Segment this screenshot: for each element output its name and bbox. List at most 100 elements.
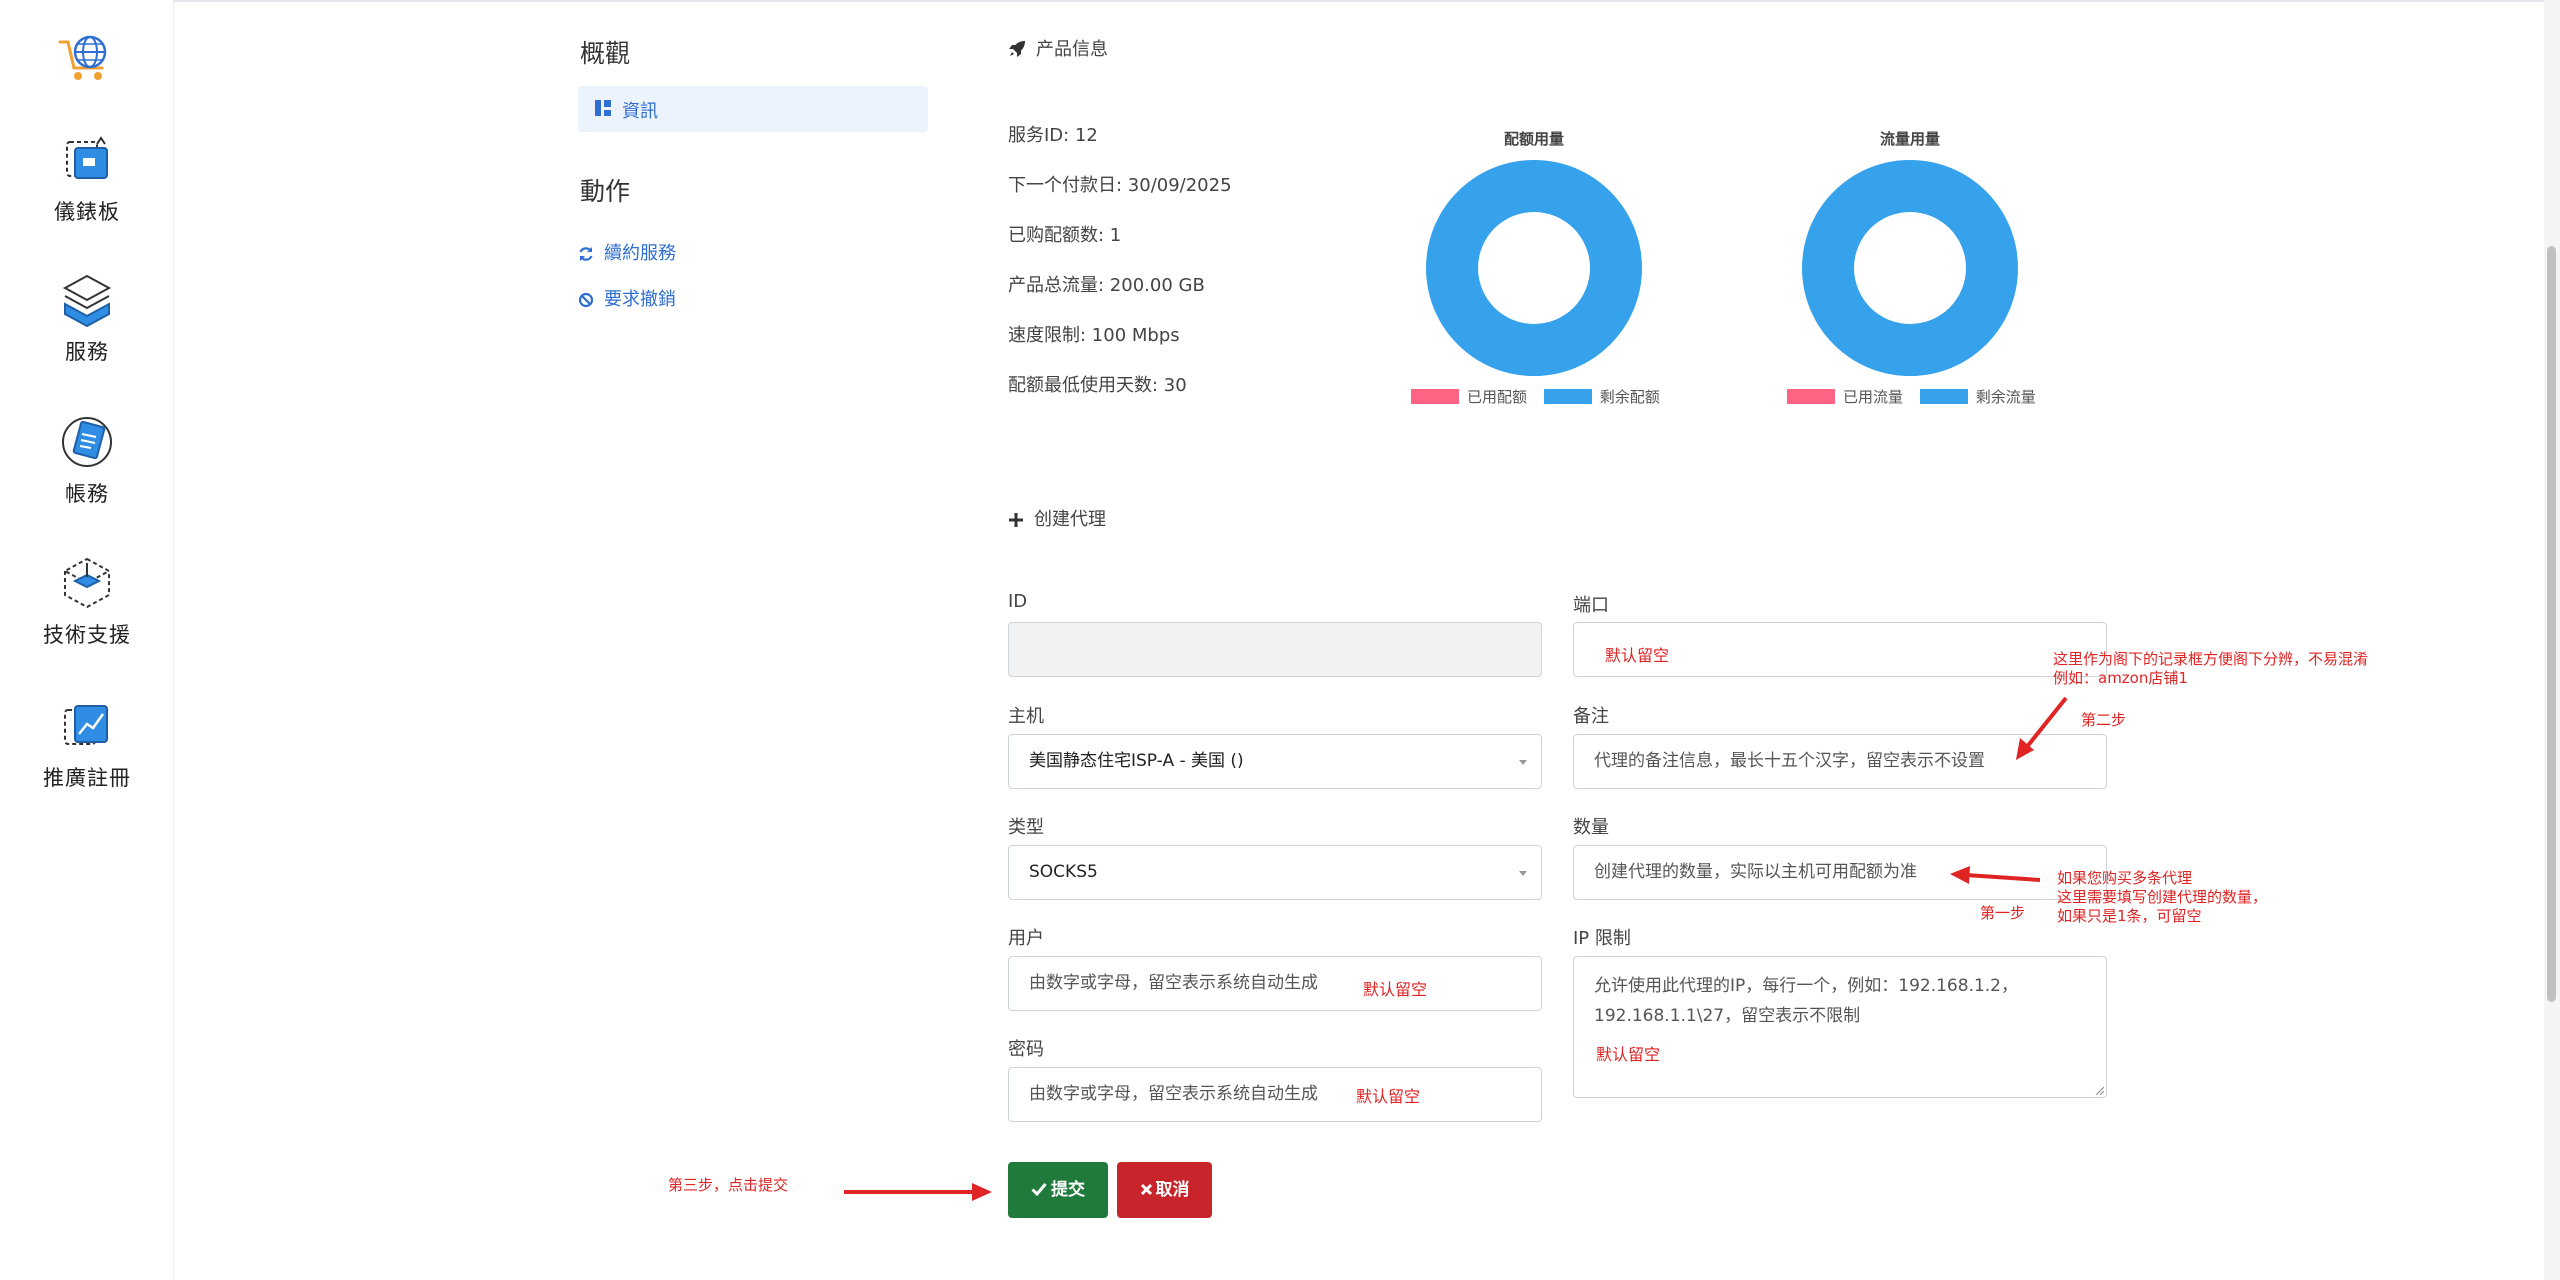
sidebar-item-affiliate[interactable]: 推廣註冊 bbox=[0, 696, 174, 792]
menu-item-label: 資訊 bbox=[622, 101, 658, 122]
next-due-date: 下一个付款日: 30/09/2025 bbox=[1008, 175, 1232, 196]
remark-placeholder: 代理的备注信息，最长十五个汉字，留空表示不设置 bbox=[1594, 751, 1985, 771]
remark-label: 备注 bbox=[1573, 706, 1609, 727]
remark-annotation: 这里作为阁下的记录框方便阁下分辨，不易混淆 例如：amzon店铺1 bbox=[2053, 650, 2368, 688]
sidebar-item-dashboard[interactable]: 儀錶板 bbox=[0, 130, 174, 226]
legend-label: 已用流量 bbox=[1843, 388, 1904, 406]
host-select-value: 美国静态住宅ISP-A - 美国 () bbox=[1029, 751, 1244, 771]
id-field bbox=[1008, 622, 1542, 677]
type-select[interactable]: SOCKS5 bbox=[1008, 845, 1542, 900]
donut-slice-1 bbox=[1426, 159, 1642, 377]
quota-chart-title: 配额用量 bbox=[1503, 130, 1564, 148]
password-default-note: 默认留空 bbox=[1356, 1087, 1421, 1106]
product-info-title: 产品信息 bbox=[1008, 35, 1108, 61]
plus-icon bbox=[1009, 513, 1023, 527]
cancel-link-label: 要求撤銷 bbox=[604, 289, 676, 310]
request-cancel-link[interactable]: 要求撤銷 bbox=[578, 285, 676, 311]
renew-link-label: 續約服務 bbox=[604, 243, 676, 264]
sidebar-item-label: 儀錶板 bbox=[54, 200, 120, 224]
affiliate-icon bbox=[64, 705, 108, 745]
ip-limit-textarea[interactable]: 允许使用此代理的IP，每行一个，例如：192.168.1.2， 192.168.… bbox=[1573, 956, 2107, 1098]
step3-note: 第三步，点击提交 bbox=[668, 1176, 789, 1194]
resize-grip-icon[interactable] bbox=[2094, 1085, 2104, 1095]
host-label: 主机 bbox=[1008, 706, 1044, 727]
chevron-down-icon bbox=[1519, 871, 1527, 876]
sidebar-item-billing[interactable]: 帳務 bbox=[0, 412, 174, 508]
traffic-chart-title: 流量用量 bbox=[1879, 130, 1940, 148]
refresh-icon bbox=[579, 247, 593, 261]
menu-item-info[interactable]: 資訊 bbox=[578, 86, 928, 132]
cancel-button[interactable]: 取消 bbox=[1117, 1162, 1212, 1218]
ip-limit-label: IP 限制 bbox=[1573, 928, 1631, 949]
quantity-label: 数量 bbox=[1573, 817, 1609, 838]
ip-limit-placeholder-line-2: 192.168.1.1\27，留空表示不限制 bbox=[1594, 1006, 1861, 1026]
sidebar: 儀錶板 服務 帳務 技術支援 推廣註冊 bbox=[0, 0, 174, 1280]
port-default-note: 默认留空 bbox=[1605, 646, 1670, 665]
sidebar-item-label: 帳務 bbox=[65, 482, 109, 506]
ip-limit-placeholder-line-1: 允许使用此代理的IP，每行一个，例如：192.168.1.2， bbox=[1594, 976, 2019, 996]
quantity-annotation-line-1: 如果您购买多条代理 bbox=[2057, 869, 2193, 887]
legend-label: 剩余配额 bbox=[1599, 388, 1660, 406]
purchased-quota: 已购配额数: 1 bbox=[1008, 225, 1122, 246]
legend-swatch bbox=[1411, 389, 1459, 404]
legend-label: 已用配额 bbox=[1467, 388, 1528, 406]
billing-icon bbox=[62, 417, 112, 467]
chevron-down-icon bbox=[1519, 760, 1527, 765]
user-label: 用户 bbox=[1008, 928, 1044, 949]
quantity-annotation: 如果您购买多条代理 这里需要填写创建代理的数量， 如果只是1条，可留空 bbox=[2057, 869, 2267, 926]
product-info-title-text: 产品信息 bbox=[1036, 39, 1108, 60]
donut-slice-1 bbox=[1802, 159, 2018, 377]
renew-service-link[interactable]: 續約服務 bbox=[578, 239, 676, 265]
ip-default-note: 默认留空 bbox=[1596, 1045, 1661, 1064]
user-input[interactable]: 由数字或字母，留空表示系统自动生成 bbox=[1008, 956, 1542, 1011]
remark-annotation-line-2: 例如：amzon店铺1 bbox=[2053, 669, 2188, 687]
host-select[interactable]: 美国静态住宅ISP-A - 美国 () bbox=[1008, 734, 1542, 789]
sidebar-item-services[interactable]: 服務 bbox=[0, 270, 174, 366]
total-traffic: 产品总流量: 200.00 GB bbox=[1008, 275, 1205, 296]
password-placeholder: 由数字或字母，留空表示系统自动生成 bbox=[1029, 1084, 1318, 1104]
legend-swatch bbox=[1787, 389, 1835, 404]
submit-label: 提交 bbox=[1051, 1180, 1085, 1200]
globe-cart-icon[interactable] bbox=[56, 32, 116, 84]
scrollbar-thumb[interactable] bbox=[2547, 246, 2556, 1002]
user-placeholder: 由数字或字母，留空表示系统自动生成 bbox=[1029, 973, 1318, 993]
quota-legend: 已用配额 剩余配额 bbox=[1411, 386, 1672, 407]
step1-note: 第一步 bbox=[1980, 904, 2026, 922]
support-icon bbox=[62, 557, 112, 609]
sidebar-item-support[interactable]: 技術支援 bbox=[0, 553, 174, 649]
services-icon bbox=[62, 274, 112, 328]
quantity-annotation-line-3: 如果只是1条，可留空 bbox=[2057, 907, 2202, 925]
legend-swatch bbox=[1543, 389, 1592, 404]
quantity-placeholder: 创建代理的数量，实际以主机可用配额为准 bbox=[1594, 862, 1917, 882]
cancel-label: 取消 bbox=[1155, 1180, 1190, 1200]
ban-icon bbox=[578, 292, 594, 308]
legend-swatch bbox=[1919, 389, 1968, 404]
check-icon bbox=[1031, 1183, 1047, 1197]
sidebar-item-label: 服務 bbox=[65, 340, 109, 364]
sidebar-item-label: 推廣註冊 bbox=[43, 766, 131, 790]
close-icon bbox=[1140, 1183, 1152, 1196]
min-usage-days: 配额最低使用天数: 30 bbox=[1008, 375, 1187, 396]
create-proxy-title: 创建代理 bbox=[1008, 505, 1106, 531]
overview-heading: 概觀 bbox=[580, 39, 631, 68]
password-label: 密码 bbox=[1008, 1039, 1044, 1060]
rocket-icon bbox=[1009, 41, 1025, 57]
actions-heading: 動作 bbox=[580, 177, 631, 206]
type-select-value: SOCKS5 bbox=[1029, 862, 1098, 882]
password-input[interactable]: 由数字或字母，留空表示系统自动生成 bbox=[1008, 1067, 1542, 1122]
type-label: 类型 bbox=[1008, 817, 1044, 838]
legend-label: 剩余流量 bbox=[1975, 388, 2036, 406]
port-label: 端口 bbox=[1573, 595, 1609, 616]
user-default-note: 默认留空 bbox=[1363, 980, 1428, 999]
submit-button[interactable]: 提交 bbox=[1008, 1162, 1108, 1218]
quota-usage-chart bbox=[1426, 159, 1642, 377]
create-proxy-title-text: 创建代理 bbox=[1034, 509, 1106, 530]
dashboard-small-icon bbox=[595, 100, 611, 116]
traffic-legend: 已用流量 剩余流量 bbox=[1787, 386, 2048, 407]
speed-limit: 速度限制: 100 Mbps bbox=[1008, 325, 1180, 346]
step2-note: 第二步 bbox=[2081, 711, 2127, 729]
sidebar-item-label: 技術支援 bbox=[43, 623, 131, 647]
quantity-input[interactable]: 创建代理的数量，实际以主机可用配额为准 bbox=[1573, 845, 2107, 900]
service-id: 服务ID: 12 bbox=[1008, 125, 1098, 146]
remark-input[interactable]: 代理的备注信息，最长十五个汉字，留空表示不设置 bbox=[1573, 734, 2107, 789]
